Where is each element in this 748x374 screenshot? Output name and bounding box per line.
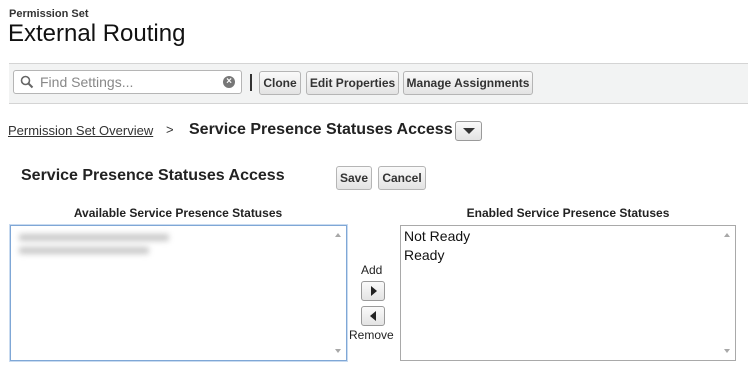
enabled-scrollbar[interactable] [720,226,735,360]
edit-properties-button[interactable]: Edit Properties [306,71,399,95]
breadcrumb-current: Service Presence Statuses Access [189,121,453,138]
remove-label: Remove [349,328,394,342]
scroll-up-icon[interactable] [724,233,730,237]
clone-button[interactable]: Clone [259,71,301,95]
enabled-heading: Enabled Service Presence Statuses [466,206,670,220]
toolbar-divider [250,74,252,91]
available-heading: Available Service Presence Statuses [73,206,283,220]
search-box[interactable]: × [13,70,242,94]
enabled-statuses-listbox[interactable]: Not Ready Ready [400,225,736,361]
available-statuses-listbox[interactable] [10,225,347,361]
breadcrumb-overview-link[interactable]: Permission Set Overview [8,123,153,138]
manage-assignments-button[interactable]: Manage Assignments [403,71,533,95]
add-label: Add [361,263,383,277]
search-input[interactable] [40,73,220,91]
page-title: External Routing [8,20,186,47]
breadcrumb-separator: > [166,122,174,137]
cancel-button[interactable]: Cancel [378,166,426,190]
save-button[interactable]: Save [336,166,372,190]
page-eyebrow: Permission Set [9,8,89,20]
scroll-down-icon[interactable] [724,349,730,353]
obscured-content [11,226,330,360]
chevron-down-icon[interactable] [455,121,482,141]
section-title: Service Presence Statuses Access [21,167,285,184]
scroll-down-icon[interactable] [335,349,341,353]
scroll-up-icon[interactable] [335,233,341,237]
list-item[interactable]: Not Ready [404,228,470,244]
search-icon [20,75,34,89]
available-scrollbar[interactable] [331,226,346,360]
remove-arrow-button[interactable] [361,306,385,326]
add-arrow-button[interactable] [361,281,385,301]
clear-icon[interactable]: × [223,76,235,88]
list-item[interactable]: Ready [404,247,444,263]
